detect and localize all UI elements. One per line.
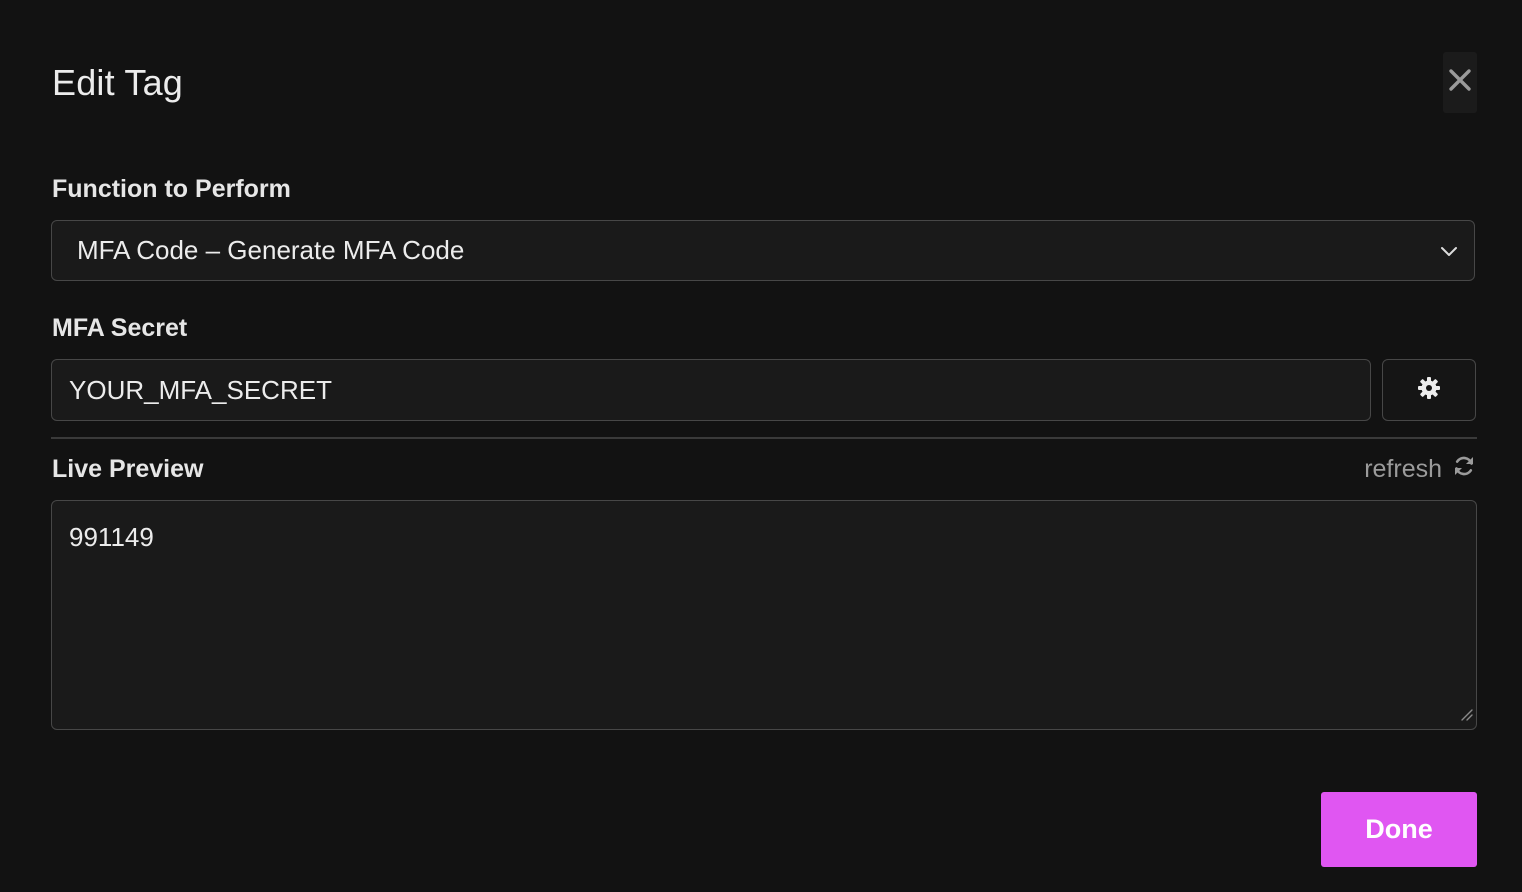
edit-tag-dialog: Edit Tag Function to Perform MFA Code – … [0, 0, 1522, 892]
close-button[interactable] [1443, 52, 1477, 113]
mfa-secret-input[interactable]: YOUR_MFA_SECRET [51, 359, 1371, 421]
function-select-value: MFA Code – Generate MFA Code [77, 235, 465, 265]
mfa-secret-label: MFA Secret [52, 314, 188, 342]
section-divider [51, 437, 1477, 439]
function-label: Function to Perform [52, 175, 291, 203]
settings-button[interactable] [1382, 359, 1476, 421]
chevron-down-icon [1440, 242, 1458, 265]
mfa-secret-value: YOUR_MFA_SECRET [69, 374, 332, 405]
resize-handle-icon[interactable] [1459, 707, 1473, 726]
dialog-title: Edit Tag [52, 62, 184, 103]
refresh-label: refresh [1364, 455, 1442, 483]
done-button[interactable]: Done [1321, 792, 1477, 867]
close-icon [1448, 68, 1472, 97]
refresh-link[interactable]: refresh [1364, 454, 1476, 485]
live-preview-textarea[interactable]: 991149 [51, 500, 1477, 730]
function-select[interactable]: MFA Code – Generate MFA Code [51, 220, 1475, 281]
live-preview-value: 991149 [69, 522, 154, 552]
live-preview-label: Live Preview [52, 455, 204, 483]
refresh-icon [1452, 454, 1476, 485]
gear-icon [1417, 376, 1441, 405]
